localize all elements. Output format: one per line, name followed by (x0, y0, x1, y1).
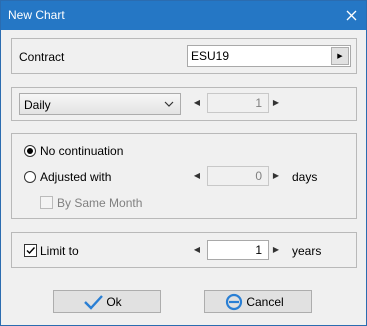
limit-value-input[interactable]: 1 (207, 240, 269, 260)
continuation-group: No continuation Adjusted with ◀ 0 ▶ days… (11, 133, 357, 219)
ok-button[interactable]: Ok (53, 290, 161, 313)
limit-checkbox[interactable] (24, 244, 37, 257)
period-select[interactable]: Daily (19, 93, 181, 115)
close-icon (346, 10, 356, 21)
browse-contract-button[interactable]: ▶ (331, 47, 349, 65)
no-continuation-label: No continuation (40, 144, 124, 158)
ok-label: Ok (106, 294, 122, 309)
period-selected: Daily (24, 98, 51, 112)
close-button[interactable] (336, 1, 366, 30)
limit-label: Limit to (40, 244, 79, 258)
adjusted-days-value: 0 (255, 169, 262, 183)
adjusted-with-radio[interactable] (24, 171, 36, 183)
period-count-value: 1 (255, 96, 262, 110)
new-chart-dialog: New Chart Contract ESU19 ▶ Daily ◀ 1 ▶ N… (0, 0, 367, 326)
checkmark-small-icon (26, 247, 36, 255)
years-label: years (292, 244, 322, 258)
limit-value: 1 (255, 243, 262, 257)
same-month-label: By Same Month (57, 196, 143, 210)
adjusted-with-label: Adjusted with (40, 170, 112, 184)
adjusted-days-input[interactable]: 0 (207, 166, 269, 186)
cancel-button[interactable]: Cancel (204, 290, 312, 313)
days-label: days (292, 170, 318, 184)
arrow-right-icon: ▶ (337, 53, 343, 60)
period-group: Daily ◀ 1 ▶ (11, 87, 357, 121)
checkmark-icon (84, 295, 103, 310)
period-count-input[interactable]: 1 (207, 93, 269, 113)
window-title: New Chart (8, 8, 65, 22)
chevron-down-icon (164, 101, 174, 107)
period-decrement-button[interactable]: ◀ (192, 93, 202, 113)
same-month-checkbox[interactable] (40, 196, 53, 209)
cancel-label: Cancel (246, 294, 284, 309)
contract-input[interactable]: ESU19 (187, 45, 351, 67)
no-continuation-radio[interactable] (24, 145, 36, 157)
contract-value: ESU19 (191, 49, 230, 63)
limit-increment-button[interactable]: ▶ (271, 240, 281, 260)
prohibited-icon (225, 293, 243, 311)
limit-decrement-button[interactable]: ◀ (192, 240, 202, 260)
adjusted-increment-button[interactable]: ▶ (271, 166, 281, 186)
period-increment-button[interactable]: ▶ (271, 93, 281, 113)
limit-group: Limit to ◀ 1 ▶ years (11, 232, 357, 268)
contract-group: Contract ESU19 ▶ (11, 38, 357, 74)
contract-label: Contract (19, 50, 65, 64)
adjusted-decrement-button[interactable]: ◀ (192, 166, 202, 186)
title-bar: New Chart (1, 1, 366, 30)
